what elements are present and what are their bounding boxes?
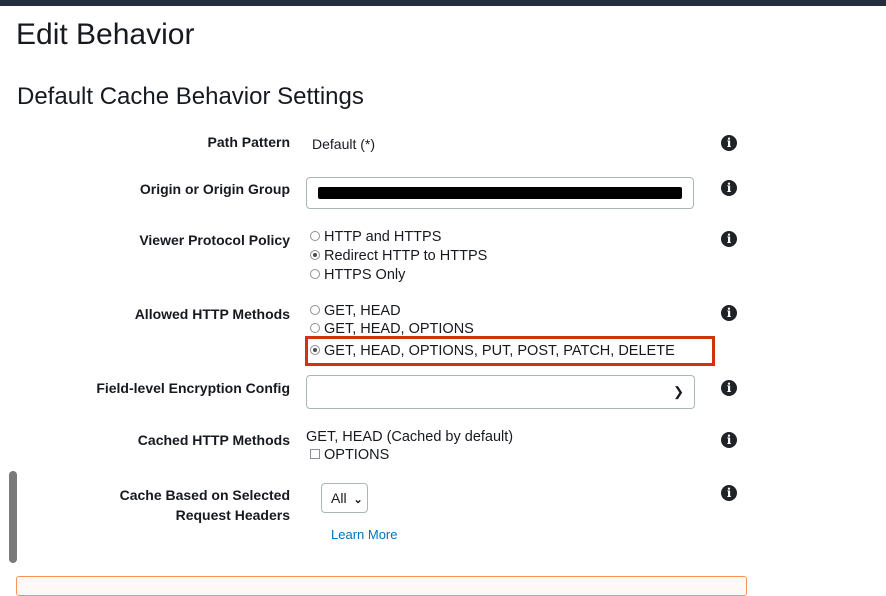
radio-button[interactable] (310, 269, 320, 280)
info-icon[interactable]: i (721, 231, 737, 247)
viewer-protocol-label: Viewer Protocol Policy (139, 232, 290, 248)
section-title: Default Cache Behavior Settings (17, 83, 364, 110)
path-pattern-label: Path Pattern (207, 134, 290, 150)
path-pattern-value: Default (*) (312, 136, 376, 152)
scrollbar[interactable] (9, 471, 17, 563)
info-icon[interactable]: i (721, 380, 737, 396)
info-icon[interactable]: i (721, 305, 737, 321)
field-encryption-label: Field-level Encryption Config (96, 380, 290, 396)
radio-button[interactable] (310, 305, 320, 316)
origin-input[interactable] (306, 177, 694, 209)
allowed-methods-label: Allowed HTTP Methods (134, 306, 290, 322)
learn-more-link[interactable]: Learn More (331, 527, 397, 542)
cache-headers-label: Cache Based on Selected Request Headers (119, 487, 290, 523)
radio-get-head[interactable]: GET, HEAD (310, 302, 401, 320)
radio-https-only[interactable]: HTTPS Only (310, 266, 405, 284)
radio-button[interactable] (310, 250, 320, 261)
alert-box (16, 576, 747, 596)
origin-label: Origin or Origin Group (139, 181, 290, 197)
info-icon[interactable]: i (721, 432, 737, 448)
cached-methods-label: Cached HTTP Methods (137, 432, 290, 448)
chevron-down-icon: ❯ (673, 384, 684, 399)
headers-dropdown[interactable]: All ⌄ (321, 483, 368, 513)
radio-button[interactable] (310, 231, 320, 242)
info-icon[interactable]: i (721, 135, 737, 151)
info-icon[interactable]: i (721, 485, 737, 501)
cached-default-text: GET, HEAD (Cached by default) (306, 429, 514, 445)
chevron-down-icon: ⌄ (353, 494, 363, 506)
checkbox-options[interactable]: OPTIONS (310, 446, 389, 464)
redacted-value (318, 187, 682, 199)
radio-redirect-http-to-https[interactable]: Redirect HTTP to HTTPS (310, 247, 487, 265)
page-title: Edit Behavior (16, 18, 195, 51)
top-bar (0, 0, 886, 6)
checkbox[interactable] (310, 449, 320, 460)
highlight-box (305, 336, 715, 366)
radio-http-and-https[interactable]: HTTP and HTTPS (310, 228, 441, 246)
radio-button[interactable] (310, 323, 320, 334)
info-icon[interactable]: i (721, 180, 737, 196)
field-encryption-select[interactable]: ❯ (306, 375, 695, 409)
